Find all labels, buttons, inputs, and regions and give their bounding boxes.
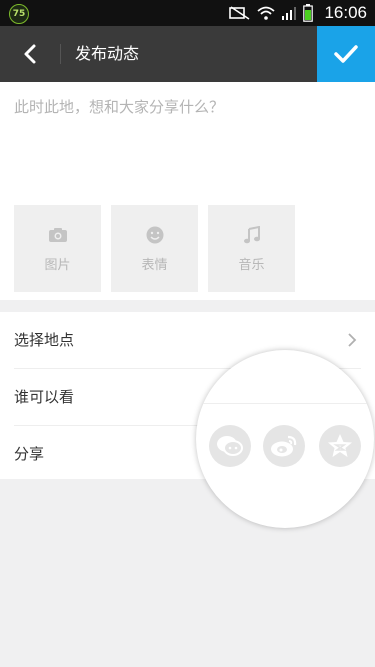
attachment-tiles: 图片 表情 音乐	[14, 205, 295, 292]
photo-tile-label: 图片	[44, 258, 71, 273]
mute-icon	[229, 6, 250, 20]
page-title: 发布动态	[75, 44, 140, 63]
title-bar: 发布动态	[0, 26, 375, 82]
checkmark-icon	[334, 45, 358, 63]
visibility-label: 谁可以看	[14, 388, 75, 406]
battery-icon	[303, 4, 313, 22]
share-qzone-button[interactable]	[319, 425, 361, 467]
wifi-icon	[257, 6, 275, 20]
choose-location-label: 选择地点	[14, 331, 75, 349]
back-button[interactable]	[0, 26, 60, 82]
emoji-tile-label: 表情	[141, 258, 168, 273]
confirm-button[interactable]	[317, 26, 375, 82]
title-divider	[60, 44, 61, 64]
battery-badge: 75	[9, 4, 29, 24]
weibo-icon	[271, 435, 297, 457]
signal-icon	[282, 7, 296, 20]
back-arrow-icon	[24, 44, 36, 64]
composer: 此时此地，想和大家分享什么？ 图片 表情 音乐	[0, 82, 375, 300]
wechat-moments-icon	[217, 436, 243, 456]
music-tile[interactable]: 音乐	[208, 205, 295, 292]
status-icons	[229, 4, 313, 22]
music-note-icon	[243, 226, 260, 244]
emoji-tile[interactable]: 表情	[111, 205, 198, 292]
music-tile-label: 音乐	[238, 258, 265, 273]
status-bar: 75 16:06	[0, 0, 375, 26]
magnifier-divider	[196, 403, 374, 404]
share-magnifier	[196, 350, 374, 528]
photo-tile[interactable]: 图片	[14, 205, 101, 292]
emoji-icon	[146, 226, 163, 244]
qzone-icon	[328, 434, 352, 457]
clock: 16:06	[324, 3, 367, 22]
camera-icon	[48, 228, 67, 242]
share-label: 分享	[14, 445, 45, 463]
share-wechat-moments-button[interactable]	[209, 425, 251, 467]
post-text-input[interactable]: 此时此地，想和大家分享什么？	[14, 96, 224, 117]
share-weibo-button[interactable]	[263, 425, 305, 467]
chevron-right-icon	[348, 333, 357, 347]
